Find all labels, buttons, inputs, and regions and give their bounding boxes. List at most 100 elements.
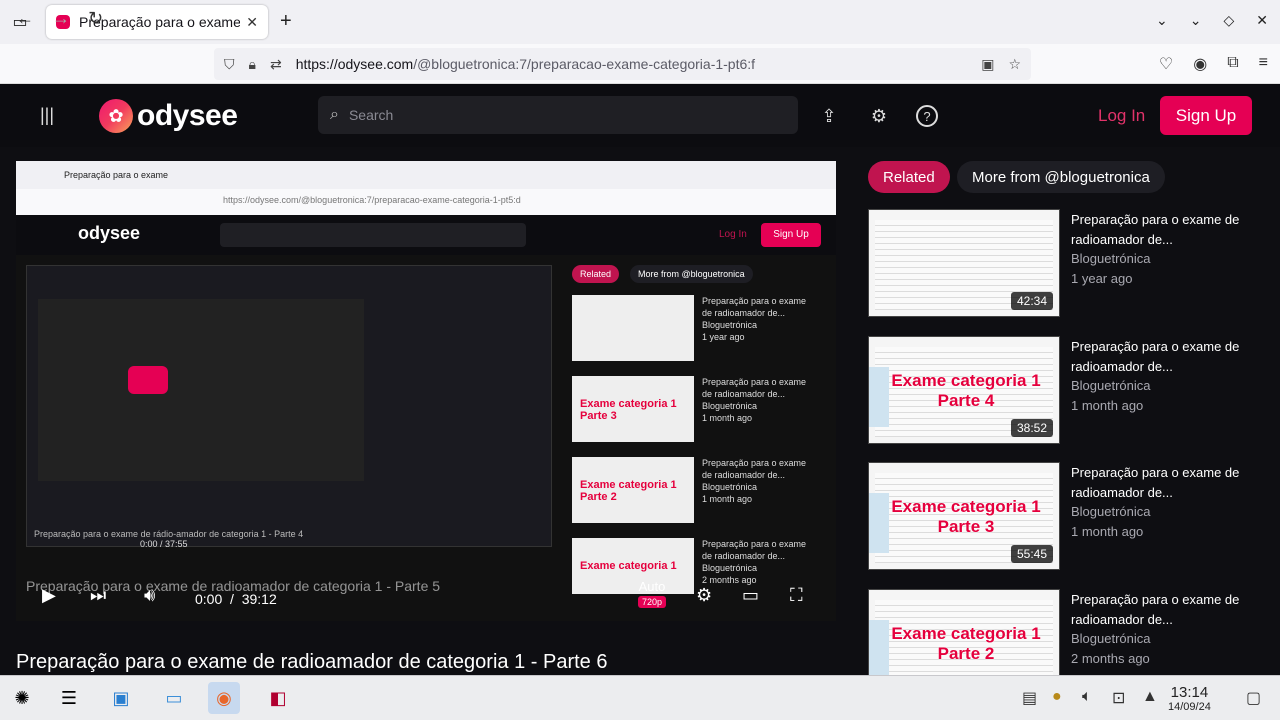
settings-gear-icon[interactable]: ⚙ [865, 102, 893, 130]
volume-icon[interactable]: 🔊︎ [144, 585, 155, 606]
account-icon[interactable]: ◉ [1193, 54, 1207, 74]
sidebar-menu-icon[interactable]: ||| [40, 105, 54, 126]
tab-more-from-channel[interactable]: More from @bloguetronica [957, 161, 1165, 193]
thumbnail-caption: Exame categoria 1 Parte 2 [891, 624, 1041, 663]
clock-time: 13:14 [1170, 684, 1209, 701]
show-desktop-icon[interactable]: ▢ [1246, 688, 1261, 708]
signup-button[interactable]: Sign Up [1160, 96, 1252, 135]
nested-logo: odysee [78, 223, 141, 243]
pocket-icon[interactable]: ♡ [1159, 54, 1173, 74]
app-launcher-icon[interactable]: ✺ [6, 682, 38, 714]
software-store-icon[interactable]: ▣ [105, 682, 137, 714]
odysee-logo[interactable]: ✿ odysee [99, 99, 238, 133]
nested-signup: Sign Up [761, 223, 821, 247]
nested-item-4: Preparação para o exame de radioamador d… [702, 539, 807, 585]
nested-item-1: Preparação para o exame de radioamador d… [702, 296, 807, 342]
related-item[interactable]: Exame categoria 1 Parte 3 55:45 Preparaçã… [868, 462, 1258, 574]
minimize-icon[interactable]: ⌄ [1190, 12, 1202, 29]
odysee-page: ||| ✿ odysee ⌕ Search ⇪ ⚙ ? Log In Sign … [0, 85, 1280, 675]
clipboard-icon[interactable]: ▤ [1022, 688, 1037, 708]
reload-icon[interactable]: ↻ [88, 8, 103, 29]
related-thumbnail[interactable]: 42:34 [868, 209, 1060, 317]
tab-related[interactable]: Related [868, 161, 950, 193]
close-tab-icon[interactable]: ✕ [246, 14, 258, 31]
thumbnail-caption: Exame categoria 1 Parte 4 [891, 371, 1041, 410]
nested-thumb-2: Exame categoria 1 Parte 3 [572, 376, 694, 442]
shield-icon[interactable]: ⛉ [224, 56, 235, 73]
thumbnail-caption: Exame categoria 1 Parte 3 [891, 497, 1041, 536]
video-player[interactable]: Preparação para o exame https://odysee.c… [16, 161, 836, 621]
related-title[interactable]: Preparação para o exame de radioamador d… [1071, 210, 1251, 250]
tray-expand-icon[interactable]: ▲ [1142, 688, 1158, 706]
lock-icon[interactable]: 🔒︎ [249, 56, 256, 73]
maximize-icon[interactable]: ◇ [1223, 12, 1234, 29]
related-thumbnail[interactable]: Exame categoria 1 Parte 2 [868, 589, 1060, 675]
browser-tab[interactable]: Preparação para o exame ✕ [46, 5, 268, 39]
permissions-icon[interactable]: ⇄ [270, 56, 282, 73]
nested-video-title: Preparação para o exame de rádio-amador … [34, 529, 304, 539]
nested-time: 0:00 / 37:55 [140, 539, 188, 549]
file-manager-icon[interactable]: ▭ [158, 682, 190, 714]
nested-login: Log In [719, 229, 747, 240]
app-menu-icon[interactable]: ≡ [1259, 54, 1268, 74]
nested-item-2: Preparação para o exame de radioamador d… [702, 377, 807, 423]
url-bar[interactable]: ⛉ 🔒︎ ⇄ https://odysee.com/@bloguetronica… [214, 48, 1031, 80]
search-box[interactable]: ⌕ Search [318, 96, 798, 134]
related-thumbnail[interactable]: Exame categoria 1 Parte 4 38:52 [868, 336, 1060, 444]
related-channel[interactable]: Bloguetrónica [1071, 378, 1151, 393]
related-thumbnail[interactable]: Exame categoria 1 Parte 3 55:45 [868, 462, 1060, 570]
taskbar: ✺ ☰ ▣ ▭ ◉ ◧ ▤ ● 🔈︎ ⊡ ▲ 13:14 14/09/24 ▢ [0, 675, 1280, 720]
translate-icon[interactable]: ▣ [981, 56, 994, 73]
related-title[interactable]: Preparação para o exame de radioamador d… [1071, 337, 1251, 377]
next-icon[interactable]: ⏭ [90, 585, 106, 606]
system-settings-icon[interactable]: ☰ [53, 682, 85, 714]
upload-icon[interactable]: ⇪ [815, 102, 843, 130]
player-settings-icon[interactable]: ⚙ [696, 585, 712, 606]
odysee-logo-mark-icon: ✿ [99, 99, 133, 133]
related-age: 1 year ago [1071, 271, 1133, 286]
play-icon[interactable]: ▶ [42, 585, 56, 606]
help-icon[interactable]: ? [916, 105, 938, 127]
volume-tray-icon[interactable]: 🔈︎ [1082, 688, 1092, 706]
fullscreen-icon[interactable]: ⛶ [790, 585, 803, 606]
clock[interactable]: 13:14 14/09/24 [1168, 684, 1211, 713]
related-item[interactable]: Exame categoria 1 Parte 2 Preparação para… [868, 589, 1258, 675]
quality-selector[interactable]: Auto 720p [638, 579, 667, 608]
firefox-icon[interactable]: ◉ [208, 682, 240, 714]
odysee-logo-text: odysee [137, 99, 238, 132]
extensions-icon[interactable]: ⧉ [1227, 54, 1238, 74]
notification-status-icon[interactable]: ● [1052, 688, 1062, 706]
tab-overflow-chevron-icon[interactable]: ⌄ [1156, 12, 1168, 29]
related-title[interactable]: Preparação para o exame de radioamador d… [1071, 463, 1251, 503]
related-channel[interactable]: Bloguetrónica [1071, 251, 1151, 266]
related-age: 1 month ago [1071, 398, 1144, 413]
nested-inner-video [38, 299, 364, 481]
forward-icon[interactable]: → [52, 8, 70, 29]
related-age: 2 months ago [1071, 651, 1150, 666]
related-item[interactable]: 42:34 Preparação para o exame de radioam… [868, 209, 1258, 321]
related-channel[interactable]: Bloguetrónica [1071, 504, 1151, 519]
theater-mode-icon[interactable]: ▭ [742, 585, 759, 606]
new-tab-icon[interactable]: + [280, 10, 292, 33]
nested-url-text: https://odysee.com/@bloguetronica:7/prep… [223, 195, 521, 205]
nested-item-3: Preparação para o exame de radioamador d… [702, 458, 807, 504]
nested-thumb-1 [572, 295, 694, 361]
back-icon[interactable]: ← [16, 8, 34, 29]
kdenlive-icon[interactable]: ◧ [262, 682, 294, 714]
related-item[interactable]: Exame categoria 1 Parte 4 38:52 Preparaçã… [868, 336, 1258, 448]
video-frame: Preparação para o exame https://odysee.c… [16, 161, 836, 621]
login-link[interactable]: Log In [1098, 106, 1145, 126]
related-channel[interactable]: Bloguetrónica [1071, 631, 1151, 646]
search-input[interactable]: Search [349, 107, 393, 123]
nested-thumb-4: Exame categoria 1 [572, 538, 694, 594]
nested-related-pill: Related [572, 265, 620, 283]
close-window-icon[interactable]: ✕ [1256, 12, 1268, 29]
url-text[interactable]: https://odysee.com/@bloguetronica:7/prep… [296, 56, 982, 72]
nested-search [220, 223, 526, 247]
bookmark-star-icon[interactable]: ☆ [1008, 56, 1021, 73]
duration-badge: 42:34 [1010, 292, 1053, 310]
toolbar-right: ♡ ◉ ⧉ ≡ [1159, 54, 1268, 74]
browser-tab-title: Preparação para o exame [79, 14, 241, 30]
network-icon[interactable]: ⊡ [1112, 688, 1125, 708]
related-title[interactable]: Preparação para o exame de radioamador d… [1071, 590, 1251, 630]
